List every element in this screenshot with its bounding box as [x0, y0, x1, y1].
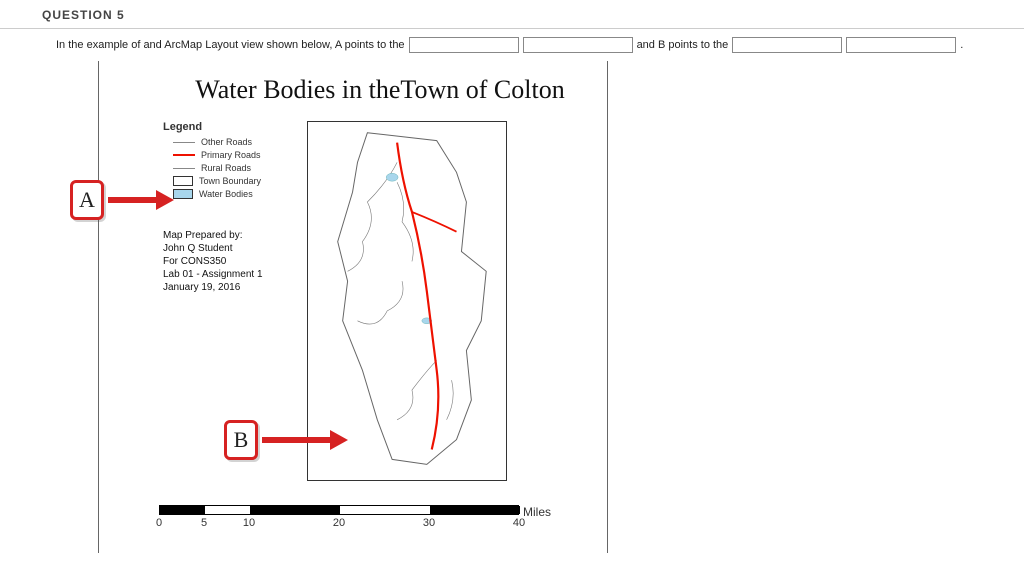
callout-a-label: A	[79, 187, 95, 213]
answer-a-input-1[interactable]	[409, 37, 519, 53]
scale-bar: 0 5 10 20 30 40	[159, 505, 587, 531]
credit-line: Lab 01 - Assignment 1	[163, 268, 293, 281]
box-swatch	[173, 189, 193, 199]
legend-label: Water Bodies	[199, 189, 253, 199]
map-title: Water Bodies in theTown of Colton	[163, 75, 597, 105]
credit-line: January 19, 2016	[163, 281, 293, 294]
credit-line: Map Prepared by:	[163, 229, 293, 242]
legend-label: Rural Roads	[201, 163, 251, 173]
scale-tick: 20	[333, 517, 345, 529]
prompt-text-1: In the example of and ArcMap Layout view…	[56, 39, 405, 51]
scale-tick: 30	[423, 517, 435, 529]
map-legend: Legend Other Roads Primary Roads Rural R…	[163, 121, 293, 199]
question-label: QUESTION 5	[0, 0, 1024, 29]
question-prompt: In the example of and ArcMap Layout view…	[0, 29, 1024, 61]
callout-b-box: B	[224, 420, 258, 460]
answer-a-input-2[interactable]	[523, 37, 633, 53]
line-swatch	[173, 154, 195, 156]
box-swatch	[173, 176, 193, 186]
line-swatch	[173, 168, 195, 169]
map-credits: Map Prepared by: John Q Student For CONS…	[163, 229, 293, 294]
prompt-text-2: and B points to the	[637, 39, 729, 51]
legend-label: Town Boundary	[199, 176, 261, 186]
answer-b-input-1[interactable]	[732, 37, 842, 53]
legend-item: Water Bodies	[173, 189, 293, 199]
scale-tick: 10	[243, 517, 255, 529]
callout-a-arrow	[108, 197, 158, 203]
legend-item: Town Boundary	[173, 176, 293, 186]
answer-b-input-2[interactable]	[846, 37, 956, 53]
callout-b-label: B	[234, 427, 249, 453]
scale-tick: 0	[156, 517, 162, 529]
legend-item: Primary Roads	[173, 150, 293, 160]
callout-a-arrow-head	[156, 190, 174, 210]
callout-b-arrow-head	[330, 430, 348, 450]
map-data-frame	[307, 121, 507, 481]
map-svg	[308, 122, 506, 480]
line-swatch	[173, 142, 195, 143]
legend-label: Other Roads	[201, 137, 252, 147]
legend-label: Primary Roads	[201, 150, 261, 160]
prompt-period: .	[960, 39, 963, 51]
legend-title: Legend	[163, 121, 293, 133]
legend-item: Rural Roads	[173, 163, 293, 173]
credit-line: For CONS350	[163, 255, 293, 268]
scale-tick: 40	[513, 517, 525, 529]
map-layout-image: Water Bodies in theTown of Colton Legend…	[98, 61, 608, 553]
callout-b-arrow	[262, 437, 332, 443]
credit-line: John Q Student	[163, 242, 293, 255]
callout-a-box: A	[70, 180, 104, 220]
legend-item: Other Roads	[173, 137, 293, 147]
scale-tick: 5	[201, 517, 207, 529]
